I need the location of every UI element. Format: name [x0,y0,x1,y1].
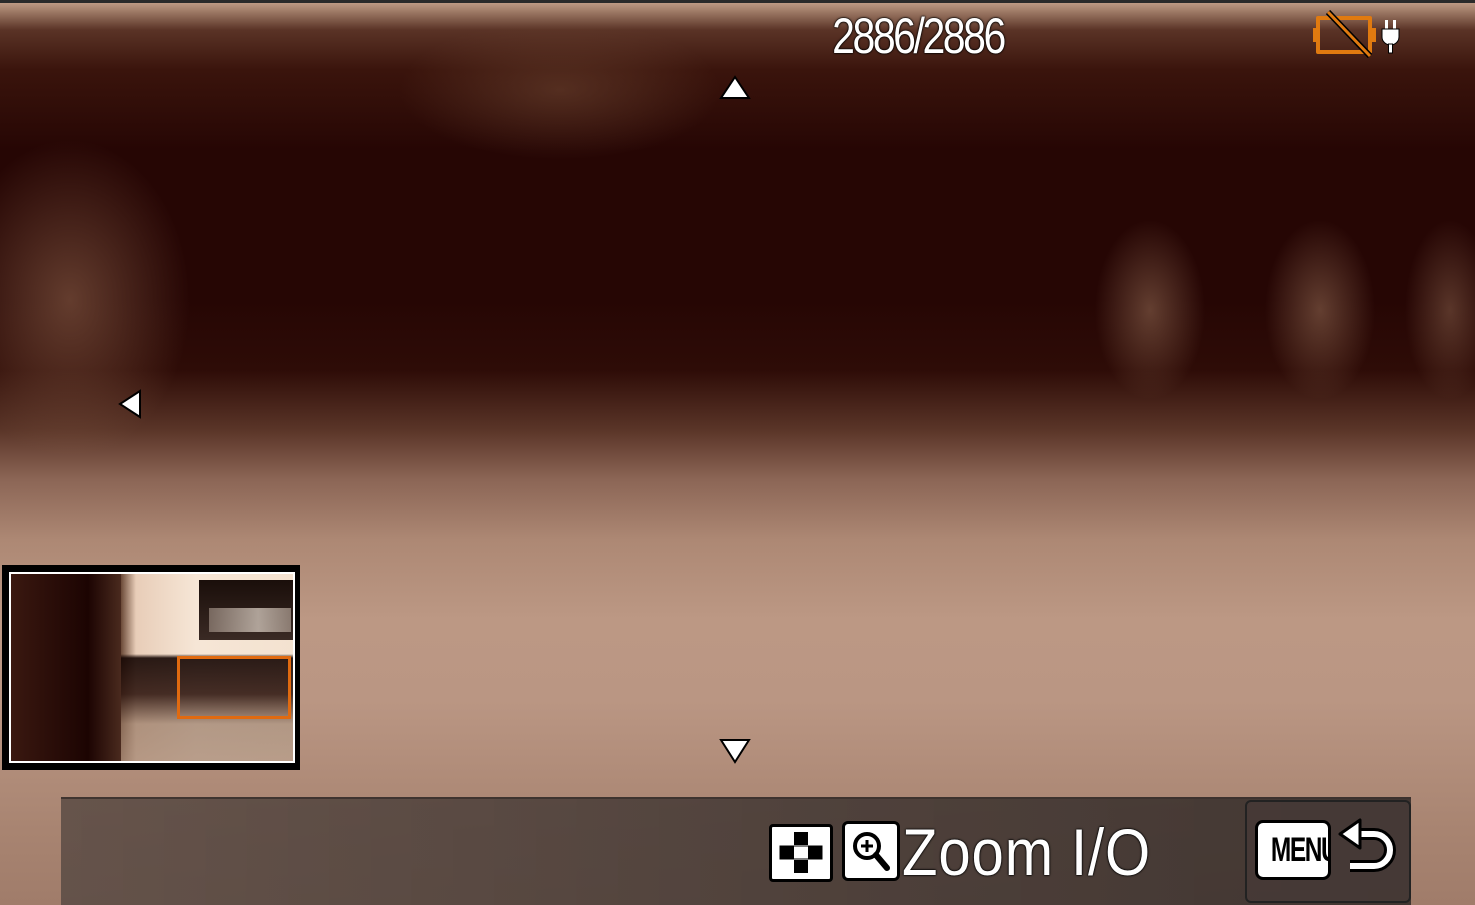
thumbnail-dark-region [11,574,121,761]
image-counter: 2886/2886 [832,8,1006,64]
pan-left-arrow-icon[interactable] [116,388,144,420]
return-arrow-icon[interactable] [1336,818,1402,884]
menu-button[interactable]: MENU [1255,820,1331,880]
bottom-guide-bar [61,797,1411,905]
thumbnail-sign-region [199,580,293,640]
image-index-icon[interactable] [769,824,833,882]
menu-button-label: MENU [1270,831,1331,869]
pan-up-arrow-icon[interactable] [718,74,752,102]
zoom-io-label: Zoom I/O [902,815,1152,889]
pan-down-arrow-icon[interactable] [718,736,752,766]
top-divider [0,0,1475,3]
playback-screen: 2886/2886 Zoom I/O MENU [0,0,1475,905]
zoom-area-frame [177,656,291,719]
battery-empty-icon [1313,10,1400,59]
zoom-magnifier-icon[interactable] [842,821,900,881]
ac-power-plug-icon [1381,20,1400,54]
